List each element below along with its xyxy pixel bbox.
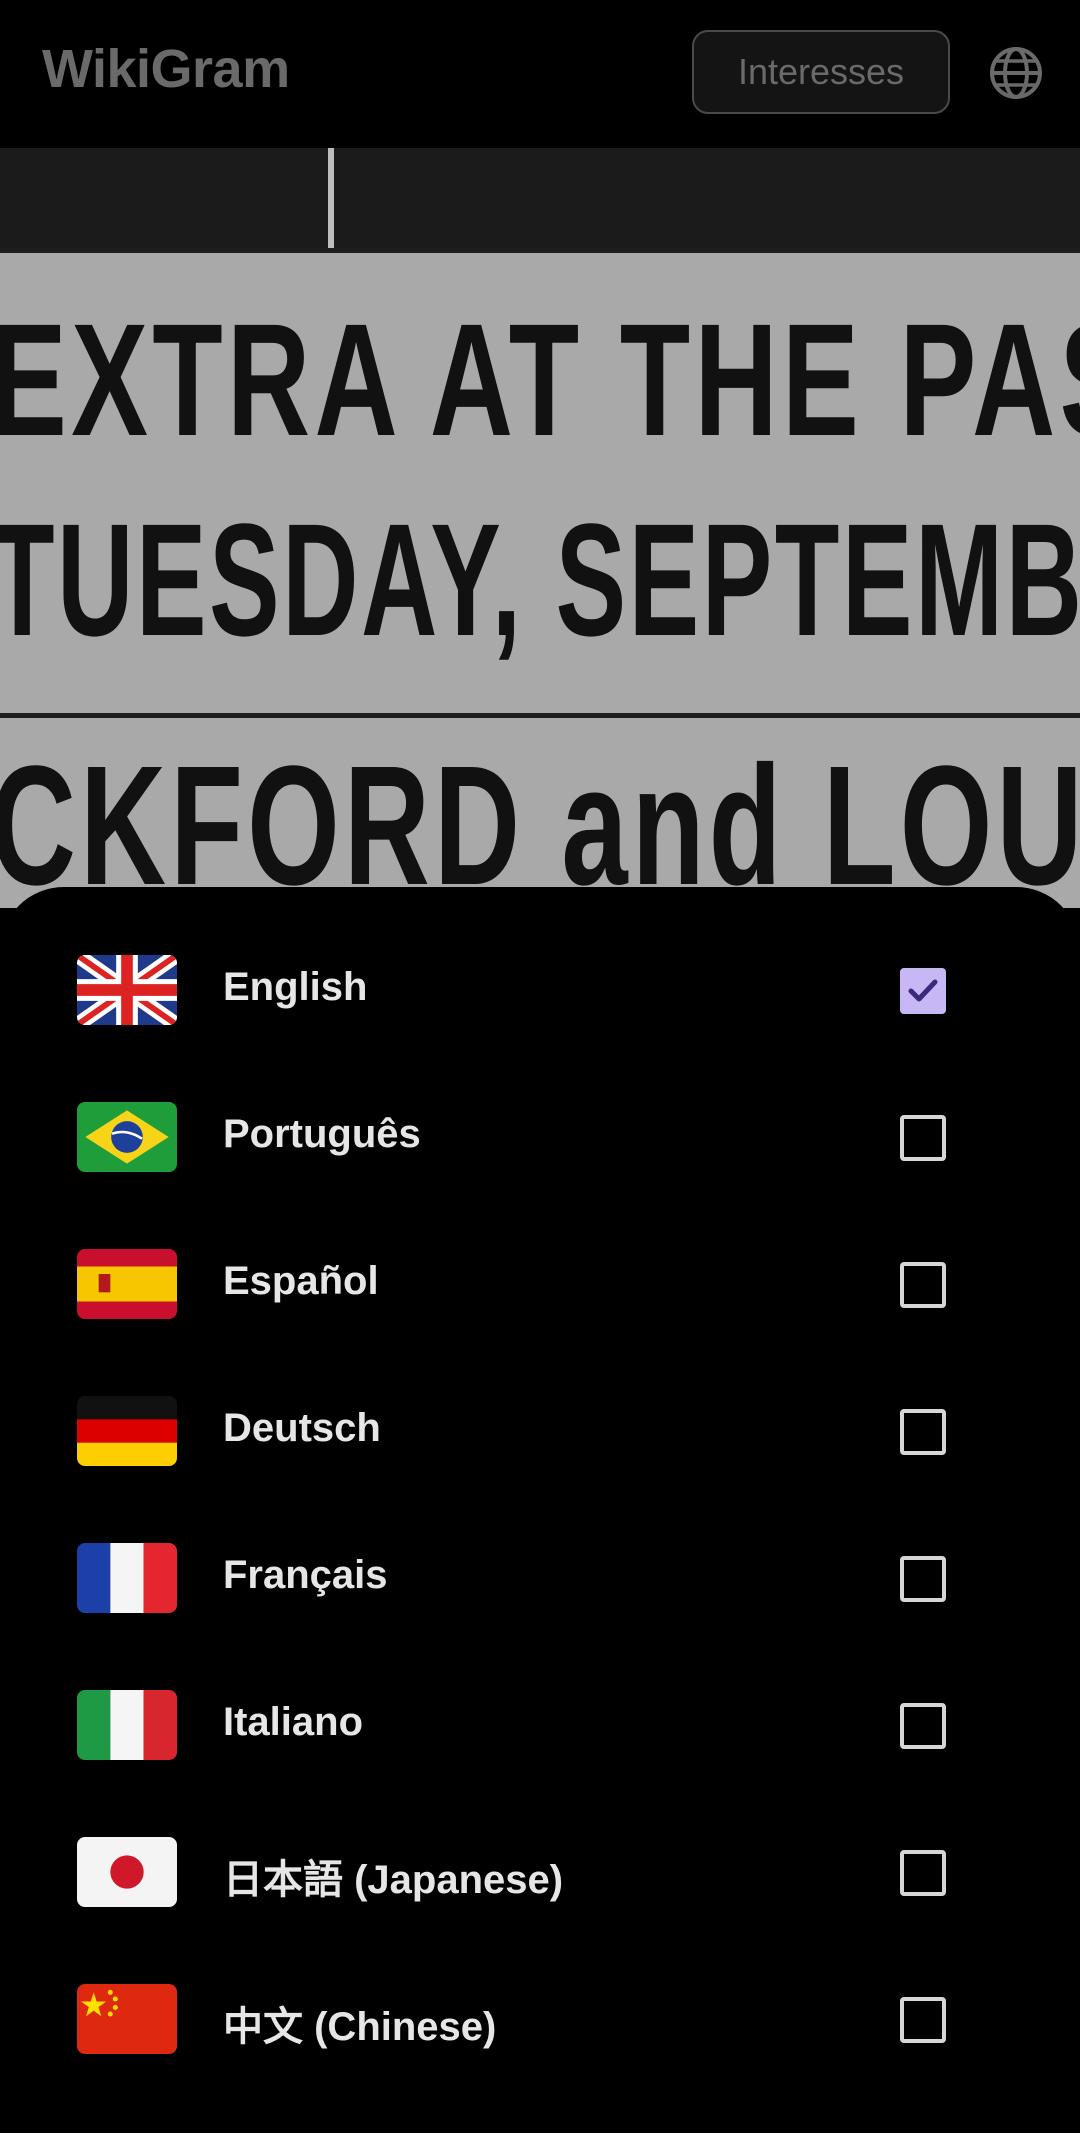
- article-image: EXTRA AT THE PASTIME TUESDAY, SEPTEMBER …: [0, 148, 1080, 908]
- language-option-italian[interactable]: Italiano: [0, 1658, 1080, 1805]
- language-option-spanish[interactable]: Español: [0, 1217, 1080, 1364]
- language-option-german[interactable]: Deutsch: [0, 1364, 1080, 1511]
- language-label: 中文 (Chinese): [223, 2005, 497, 2049]
- language-bottom-sheet: English Português Español Deutsch França…: [0, 887, 1080, 2133]
- flag-spain-icon: [77, 1249, 177, 1319]
- checkbox-unchecked[interactable]: [900, 1409, 946, 1455]
- newspaper-headline-line: EXTRA AT THE PASTIME: [0, 290, 1080, 469]
- language-label: Français: [223, 1553, 388, 1597]
- language-label: Deutsch: [223, 1406, 381, 1450]
- image-rule: [0, 248, 1080, 253]
- checkbox-unchecked[interactable]: [900, 1556, 946, 1602]
- flag-germany-icon: [77, 1396, 177, 1466]
- language-label: English: [223, 965, 368, 1009]
- language-option-japanese[interactable]: 日本語 (Japanese): [0, 1805, 1080, 1952]
- image-vertical-rule: [328, 148, 334, 253]
- checkbox-unchecked[interactable]: [900, 1703, 946, 1749]
- checkbox-unchecked[interactable]: [900, 1115, 946, 1161]
- newspaper-headline-line: TUESDAY, SEPTEMBER 17: [0, 490, 1080, 669]
- flag-china-icon: [77, 1984, 177, 2054]
- image-rule: [0, 713, 1080, 718]
- language-option-portuguese[interactable]: Português: [0, 1070, 1080, 1217]
- flag-brazil-icon: [77, 1102, 177, 1172]
- flag-italy-icon: [77, 1690, 177, 1760]
- image-top-strip: [0, 148, 1080, 248]
- interests-button[interactable]: Interesses: [692, 30, 950, 114]
- language-label: 日本語 (Japanese): [223, 1858, 564, 1902]
- globe-icon[interactable]: [988, 45, 1044, 101]
- checkbox-checked[interactable]: [900, 968, 946, 1014]
- language-label: Italiano: [223, 1700, 364, 1744]
- app-title: WikiGram: [42, 39, 290, 99]
- checkbox-unchecked[interactable]: [900, 1850, 946, 1896]
- language-label: Español: [223, 1259, 379, 1303]
- language-option-french[interactable]: Français: [0, 1511, 1080, 1658]
- flag-uk-icon: [77, 955, 177, 1025]
- flag-france-icon: [77, 1543, 177, 1613]
- language-label: Português: [223, 1112, 421, 1156]
- checkbox-unchecked[interactable]: [900, 1262, 946, 1308]
- flag-japan-icon: [77, 1837, 177, 1907]
- checkbox-unchecked[interactable]: [900, 1997, 946, 2043]
- language-option-chinese[interactable]: 中文 (Chinese): [0, 1952, 1080, 2099]
- newspaper-headline-line: CKFORD and LOUISE: [0, 731, 1080, 908]
- app-header: WikiGram Interesses: [0, 0, 1080, 148]
- language-option-english[interactable]: English: [0, 923, 1080, 1070]
